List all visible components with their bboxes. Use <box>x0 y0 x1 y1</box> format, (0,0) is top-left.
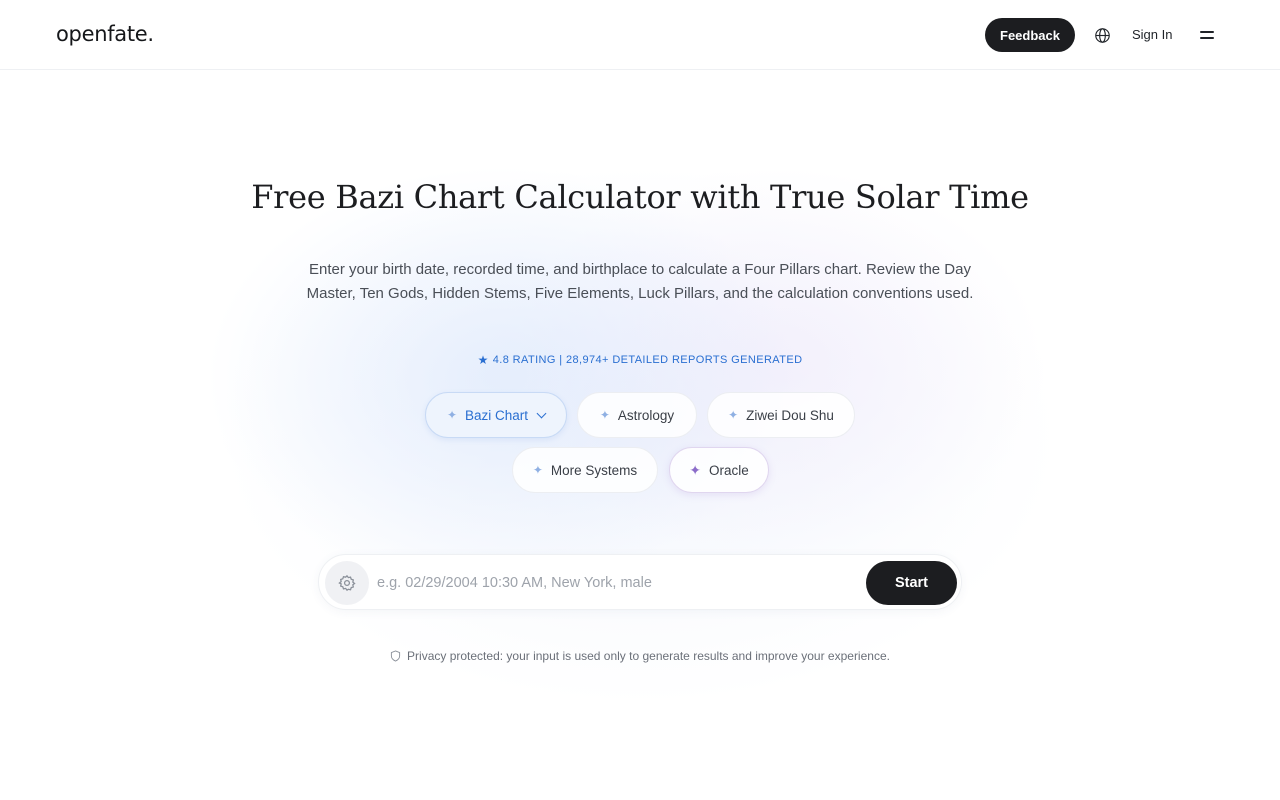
rating-badge: ★ 4.8 RATING | 28,974+ DETAILED REPORTS … <box>0 353 1280 367</box>
system-chip-more[interactable]: ✦ More Systems <box>512 447 658 493</box>
top-nav: openfate. Feedback Sign In <box>0 0 1280 70</box>
birth-details-input[interactable] <box>377 569 857 597</box>
chip-label: Oracle <box>708 462 749 478</box>
sparkle-icon: ✦ <box>728 408 739 422</box>
logo[interactable]: openfate. <box>56 22 154 46</box>
shield-icon <box>390 650 401 662</box>
chip-label: More Systems <box>550 462 638 478</box>
system-chip-astrology[interactable]: ✦ Astrology <box>577 392 697 438</box>
settings-button[interactable] <box>325 561 369 605</box>
page-title: Free Bazi Chart Calculator with True Sol… <box>251 178 1029 216</box>
system-chip-bazi[interactable]: ✦ Bazi Chart <box>425 392 567 438</box>
chevron-down-icon <box>536 408 547 419</box>
privacy-note: Privacy protected: your input is used on… <box>0 649 1280 663</box>
sparkle-icon: ✦ <box>532 463 543 477</box>
rating-text: 4.8 RATING | 28,974+ DETAILED REPORTS GE… <box>492 354 803 366</box>
system-chip-oracle[interactable]: ✦ Oracle <box>669 447 769 493</box>
feedback-button[interactable]: Feedback <box>985 18 1075 52</box>
start-button[interactable]: Start <box>866 561 957 605</box>
privacy-text: Privacy protected: your input is used on… <box>407 649 890 663</box>
chip-label: Astrology <box>617 407 675 423</box>
sparkle-icon: ✦ <box>689 461 701 478</box>
gear-icon <box>338 574 356 591</box>
birth-input-bar: Start <box>318 554 962 610</box>
chip-label: Ziwei Dou Shu <box>746 407 834 423</box>
chip-label: Bazi Chart <box>465 407 529 423</box>
system-chip-ziwei[interactable]: ✦ Ziwei Dou Shu <box>707 392 855 438</box>
star-icon: ★ <box>477 353 489 367</box>
globe-icon[interactable] <box>1092 25 1112 45</box>
sparkle-icon: ✦ <box>446 408 458 422</box>
menu-icon[interactable] <box>1198 27 1216 43</box>
sparkle-icon: ✦ <box>599 408 610 422</box>
sign-in-link[interactable]: Sign In <box>1132 27 1172 42</box>
page-subtitle: Enter your birth date, recorded time, an… <box>306 261 974 302</box>
